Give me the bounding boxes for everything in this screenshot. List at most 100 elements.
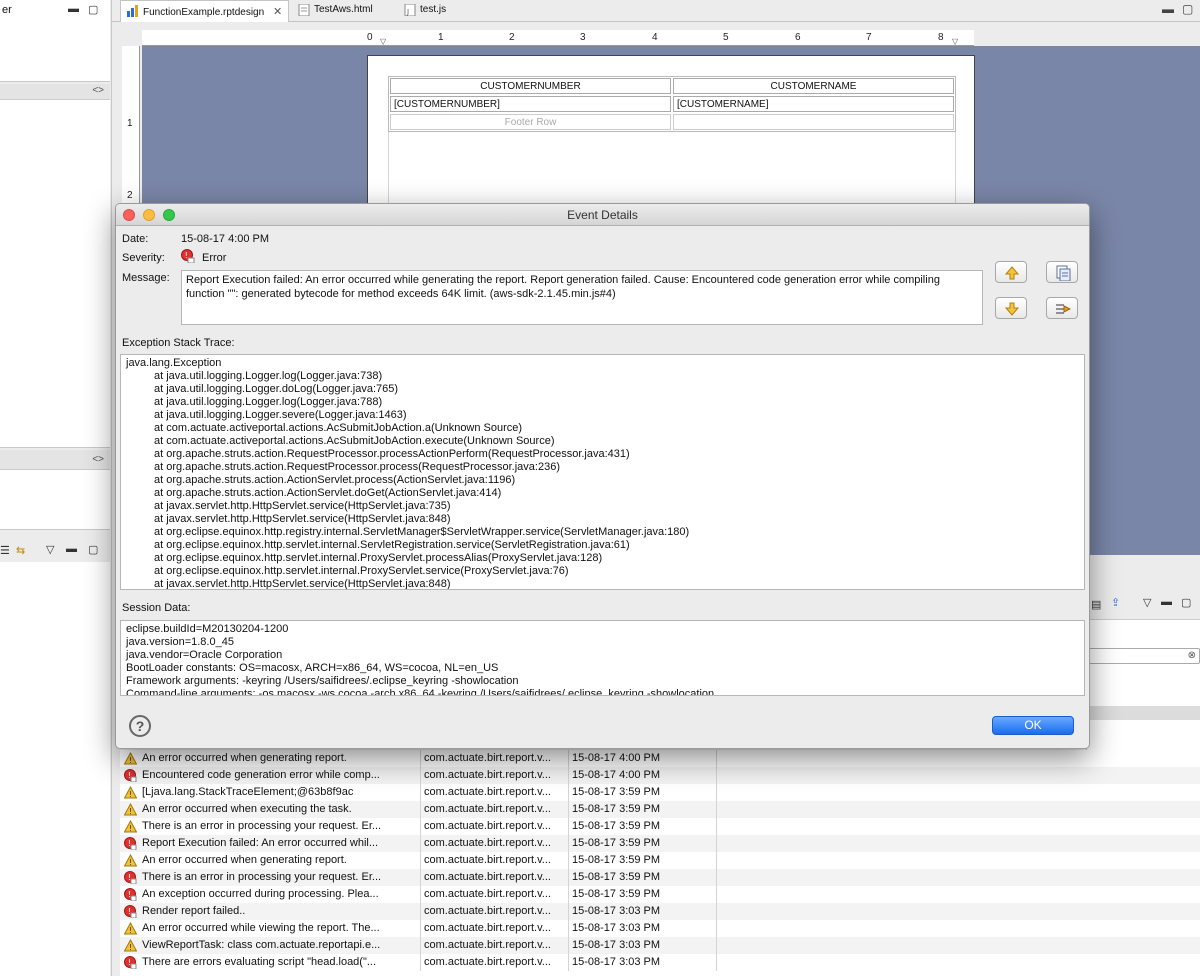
warning-icon: ! [124,820,137,833]
view-menu-icon[interactable]: ▽ [46,543,54,556]
log-row[interactable]: ! Encountered code generation error while… [120,767,1200,784]
dialog-title: Event Details [567,208,638,222]
detail-cell-customernumber[interactable]: [CUSTOMERNUMBER] [390,96,671,112]
stack-trace-line: at org.eclipse.equinox.http.servlet.inte… [154,552,603,564]
filter-stack-button[interactable] [1046,297,1078,319]
log-date-cell: 15-08-17 3:03 PM [569,954,717,971]
log-message-cell: ! ViewReportTask: class com.actuate.repor… [120,937,421,954]
table-footer-row[interactable]: Footer Row [389,113,955,131]
minimize-icon[interactable]: ▬ [1162,2,1174,16]
copy-to-clipboard-button[interactable] [1046,261,1078,283]
left-panel-top-header: er ▬ ▢ [0,0,110,20]
report-table[interactable]: CUSTOMERNUMBER CUSTOMERNAME [CUSTOMERNUM… [388,76,956,132]
maximize-icon[interactable]: ▢ [1181,596,1191,609]
minimize-icon[interactable]: ▬ [66,543,77,555]
left-panel-divider-1: <> [0,84,110,100]
next-entry-button[interactable] [995,297,1027,319]
log-plugin-cell: com.actuate.birt.report.v... [421,937,569,954]
minimize-icon[interactable]: ▬ [1161,596,1172,608]
table-header-row[interactable]: CUSTOMERNUMBER CUSTOMERNAME [389,77,955,95]
log-message-cell: ! There are errors evaluating script "hea… [120,954,421,971]
header-cell-customernumber[interactable]: CUSTOMERNUMBER [390,78,671,94]
log-message-cell: ! [Ljava.lang.StackTraceElement;@63b8f9ac [120,784,421,801]
close-window-icon[interactable] [123,209,135,221]
margin-marker-icon[interactable]: ▽ [952,37,958,46]
error-icon: ! [124,956,137,969]
log-plugin-cell: com.actuate.birt.report.v... [421,920,569,937]
restore-icon[interactable]: <> [92,454,104,465]
log-row[interactable]: ! [Ljava.lang.StackTraceElement;@63b8f9ac… [120,784,1200,801]
report-design-icon [127,5,138,17]
log-plugin-cell: com.actuate.birt.report.v... [421,818,569,835]
zoom-window-icon[interactable] [163,209,175,221]
log-row[interactable]: ! An error occurred when generating repor… [120,750,1200,767]
export-log-icon[interactable]: ▤ [1091,598,1101,611]
session-data-line: java.version=1.8.0_45 [126,636,234,648]
left-panel-top: er ▬ ▢ [0,0,110,82]
clear-icon[interactable]: ⊗ [1188,650,1196,661]
previous-entry-button[interactable] [995,261,1027,283]
session-data-text-area[interactable]: eclipse.buildId=M20130204-1200 java.versi… [120,620,1085,696]
ruler-number: 5 [723,32,729,43]
stack-trace-label: Exception Stack Trace: [122,337,235,349]
stack-trace-line: at javax.servlet.http.HttpServlet.servic… [154,513,451,525]
left-panel-divider-2: <> [0,450,110,470]
log-row[interactable]: ! An exception occurred during processing… [120,886,1200,903]
import-log-icon[interactable]: ⇪ [1111,596,1120,609]
close-icon[interactable]: ✕ [273,6,282,18]
help-button[interactable]: ? [129,715,151,737]
ruler-number: 1 [438,32,444,43]
log-row[interactable]: ! An error occurred when generating repor… [120,852,1200,869]
margin-marker-icon[interactable]: ▽ [380,37,386,46]
filter-input[interactable]: ⊗ [1088,648,1200,664]
message-label: Message: [122,272,170,284]
link-editor-icon[interactable]: ⇆ [16,544,25,557]
log-row[interactable]: ! Render report failed.. com.actuate.birt.… [120,903,1200,920]
log-row[interactable]: ! There are errors evaluating script "hea… [120,954,1200,971]
filter-stack-icon [1056,304,1071,314]
minimize-window-icon[interactable] [143,209,155,221]
tab-testaws[interactable]: TestAws.html [292,0,379,22]
stack-trace-line: java.lang.Exception [126,357,222,369]
log-plugin-cell: com.actuate.birt.report.v... [421,835,569,852]
maximize-icon[interactable]: ▢ [88,3,98,16]
session-data-line: Command-line arguments: -os macosx -ws c… [126,688,715,696]
log-message-text: There is an error in processing your req… [142,871,382,883]
collapse-all-icon[interactable]: ☰ [0,544,10,557]
table-detail-row[interactable]: [CUSTOMERNUMBER] [CUSTOMERNAME] [389,95,955,113]
maximize-icon[interactable]: ▢ [1182,2,1193,16]
log-message-text: ViewReportTask: class com.actuate.report… [142,939,381,951]
minimize-icon[interactable]: ▬ [68,3,79,15]
log-row[interactable]: ! An error occurred when executing the ta… [120,801,1200,818]
header-cell-customername[interactable]: CUSTOMERNAME [673,78,954,94]
log-message-text: [Ljava.lang.StackTraceElement;@63b8f9ac [142,786,354,798]
message-text-area[interactable]: Report Execution failed: An error occurr… [181,270,983,325]
log-date-cell: 15-08-17 3:59 PM [569,784,717,801]
log-row[interactable]: ! Report Execution failed: An error occur… [120,835,1200,852]
footer-cell-empty[interactable] [673,114,954,130]
left-column: er ▬ ▢ <> <> ☰ ⇆ ▽ ▬ ▢ [0,0,112,976]
log-row[interactable]: ! ViewReportTask: class com.actuate.repor… [120,937,1200,954]
log-date-cell: 15-08-17 4:00 PM [569,750,717,767]
log-message-cell: ! There is an error in processing your re… [120,869,421,886]
log-row[interactable]: ! There is an error in processing your re… [120,818,1200,835]
log-message-cell: ! An error occurred while viewing the rep… [120,920,421,937]
log-row[interactable]: ! An error occurred while viewing the rep… [120,920,1200,937]
maximize-icon[interactable]: ▢ [88,543,98,556]
footer-cell[interactable]: Footer Row [390,114,671,130]
restore-icon[interactable]: <> [92,85,104,96]
log-plugin-cell: com.actuate.birt.report.v... [421,767,569,784]
view-menu-icon[interactable]: ▽ [1143,596,1151,609]
stack-trace-line: at org.eclipse.equinox.http.registry.int… [154,526,690,538]
date-label: Date: [122,233,149,245]
ruler-number: 2 [509,32,515,43]
log-row[interactable]: ! There is an error in processing your re… [120,869,1200,886]
error-icon: ! [124,905,137,918]
detail-cell-customername[interactable]: [CUSTOMERNAME] [673,96,954,112]
tab-test-js[interactable]: J test.js [398,0,452,22]
log-message-cell: ! An error occurred when executing the ta… [120,801,421,818]
ok-button[interactable]: OK [992,716,1074,735]
stack-trace-text-area[interactable]: java.lang.Exception at java.util.logging.… [120,354,1085,590]
tab-function-example[interactable]: FunctionExample.rptdesign ✕ [120,0,290,22]
log-date-cell: 15-08-17 4:00 PM [569,767,717,784]
